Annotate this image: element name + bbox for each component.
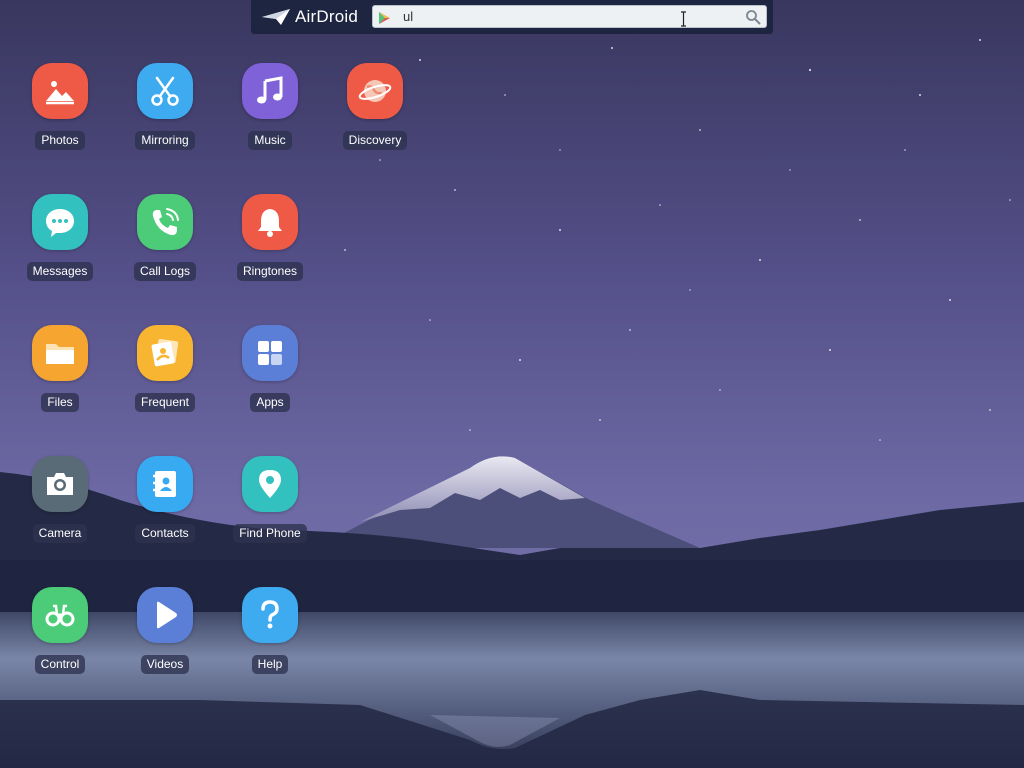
app-help[interactable]: Help: [225, 582, 315, 682]
call-logs-icon: [137, 194, 193, 250]
text-cursor-icon: [681, 11, 686, 27]
app-label: Ringtones: [236, 262, 304, 281]
play-store-icon: [379, 12, 390, 24]
music-icon: [242, 63, 298, 119]
binoculars-icon: [32, 587, 88, 643]
brand-name: AirDroid: [295, 7, 359, 26]
apps-grid-icon: [242, 325, 298, 381]
photos-icon: [32, 63, 88, 119]
app-label: Messages: [26, 262, 94, 281]
app-label: Apps: [250, 393, 290, 412]
search-icon[interactable]: [745, 9, 761, 25]
app-photos[interactable]: Photos: [15, 58, 105, 158]
app-label: Videos: [140, 655, 190, 674]
app-files[interactable]: Files: [15, 320, 105, 420]
camera-icon: [32, 456, 88, 512]
app-label: Discovery: [342, 131, 408, 150]
app-apps[interactable]: Apps: [225, 320, 315, 420]
app-label: Music: [248, 131, 292, 150]
app-ringtones[interactable]: Ringtones: [225, 189, 315, 289]
app-control[interactable]: Control: [15, 582, 105, 682]
discovery-icon: [347, 63, 403, 119]
app-label: Control: [34, 655, 86, 674]
contacts-icon: [137, 456, 193, 512]
app-mirroring[interactable]: Mirroring: [120, 58, 210, 158]
frequent-icon: [137, 325, 193, 381]
airdroid-logo[interactable]: AirDroid: [261, 6, 358, 28]
app-label: Frequent: [134, 393, 196, 412]
app-messages[interactable]: Messages: [15, 189, 105, 289]
app-label: Help: [251, 655, 289, 674]
app-discovery[interactable]: Discovery: [330, 58, 420, 158]
app-label: Contacts: [135, 524, 195, 543]
app-frequent[interactable]: Frequent: [120, 320, 210, 420]
find-phone-icon: [242, 456, 298, 512]
messages-icon: [32, 194, 88, 250]
paper-plane-logo-icon: [262, 9, 290, 25]
mirroring-icon: [137, 63, 193, 119]
airdroid-topbar: AirDroid: [251, 0, 773, 34]
app-contacts[interactable]: Contacts: [120, 451, 210, 551]
files-icon: [32, 325, 88, 381]
app-call-logs[interactable]: Call Logs: [120, 189, 210, 289]
app-label: Files: [41, 393, 79, 412]
app-camera[interactable]: Camera: [15, 451, 105, 551]
app-label: Photos: [35, 131, 85, 150]
app-label: Find Phone: [233, 524, 307, 543]
app-find-phone[interactable]: Find Phone: [225, 451, 315, 551]
app-label: Mirroring: [135, 131, 195, 150]
app-label: Call Logs: [133, 262, 197, 281]
search-box[interactable]: [372, 5, 767, 28]
videos-icon: [137, 587, 193, 643]
app-videos[interactable]: Videos: [120, 582, 210, 682]
app-music[interactable]: Music: [225, 58, 315, 158]
app-label: Camera: [32, 524, 88, 543]
ringtones-icon: [242, 194, 298, 250]
help-icon: [242, 587, 298, 643]
